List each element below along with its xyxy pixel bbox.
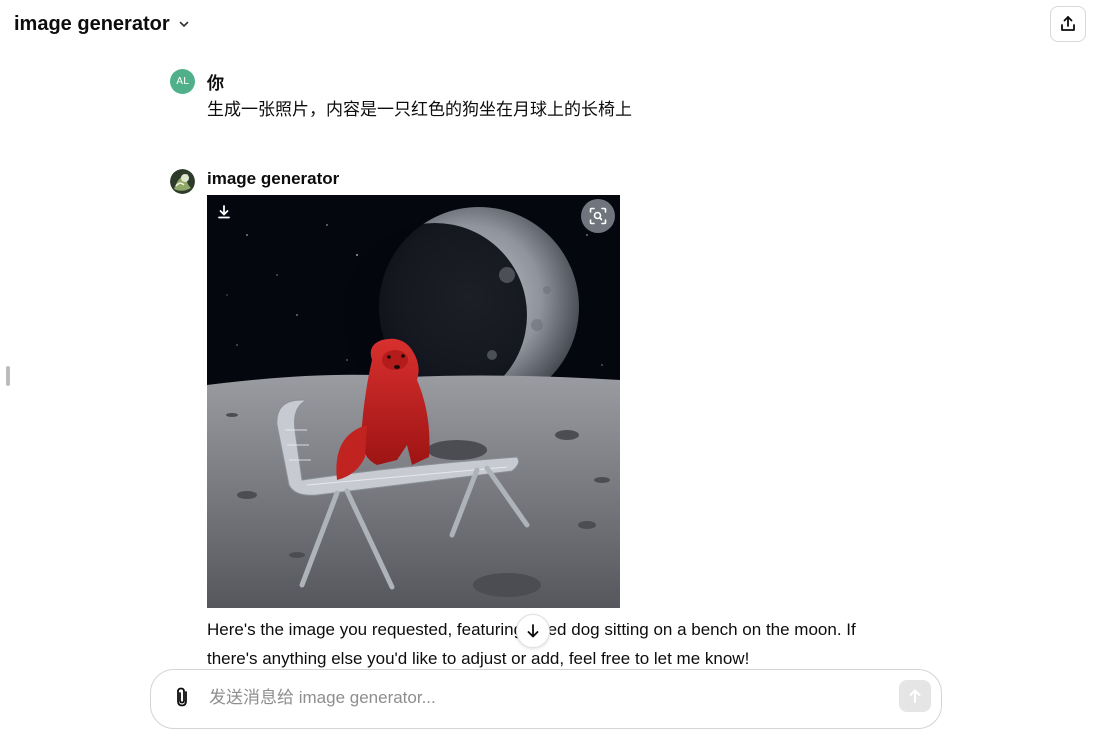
assistant-message-text: Here's the image you requested, featurin… xyxy=(207,620,856,668)
arrow-up-icon xyxy=(909,689,921,703)
top-bar: image generator xyxy=(0,0,1096,48)
send-button[interactable] xyxy=(899,680,931,712)
model-name: image generator xyxy=(14,12,170,35)
download-icon[interactable] xyxy=(215,203,233,221)
arrow-down-icon xyxy=(527,624,539,638)
paperclip-icon xyxy=(177,687,187,707)
generated-image-picture xyxy=(207,195,620,608)
user-sender-name: 你 xyxy=(207,74,224,93)
attach-button[interactable] xyxy=(169,684,195,710)
assistant-message: image generator Here's the image you req… xyxy=(170,169,930,679)
message-composer xyxy=(150,669,942,729)
share-upload-icon xyxy=(1061,16,1075,31)
gpt-avatar-image xyxy=(170,169,195,194)
assistant-sender-name: image generator xyxy=(207,169,340,188)
avatar-initials: AL xyxy=(176,76,189,87)
scan-icon[interactable] xyxy=(581,199,615,233)
user-avatar: AL xyxy=(170,69,195,94)
user-message: AL 你 生成一张照片，内容是一只红色的狗坐在月球上的长椅上 xyxy=(170,69,930,129)
share-button[interactable] xyxy=(1050,6,1086,42)
model-selector[interactable]: image generator xyxy=(8,8,196,40)
user-message-text: 生成一张照片，内容是一只红色的狗坐在月球上的长椅上 xyxy=(207,100,632,119)
message-input[interactable] xyxy=(207,680,871,716)
scroll-to-bottom-button[interactable] xyxy=(516,614,550,648)
sidebar-resize-handle[interactable] xyxy=(6,366,10,386)
generated-image[interactable] xyxy=(207,195,620,608)
chevron-down-icon xyxy=(178,18,190,30)
